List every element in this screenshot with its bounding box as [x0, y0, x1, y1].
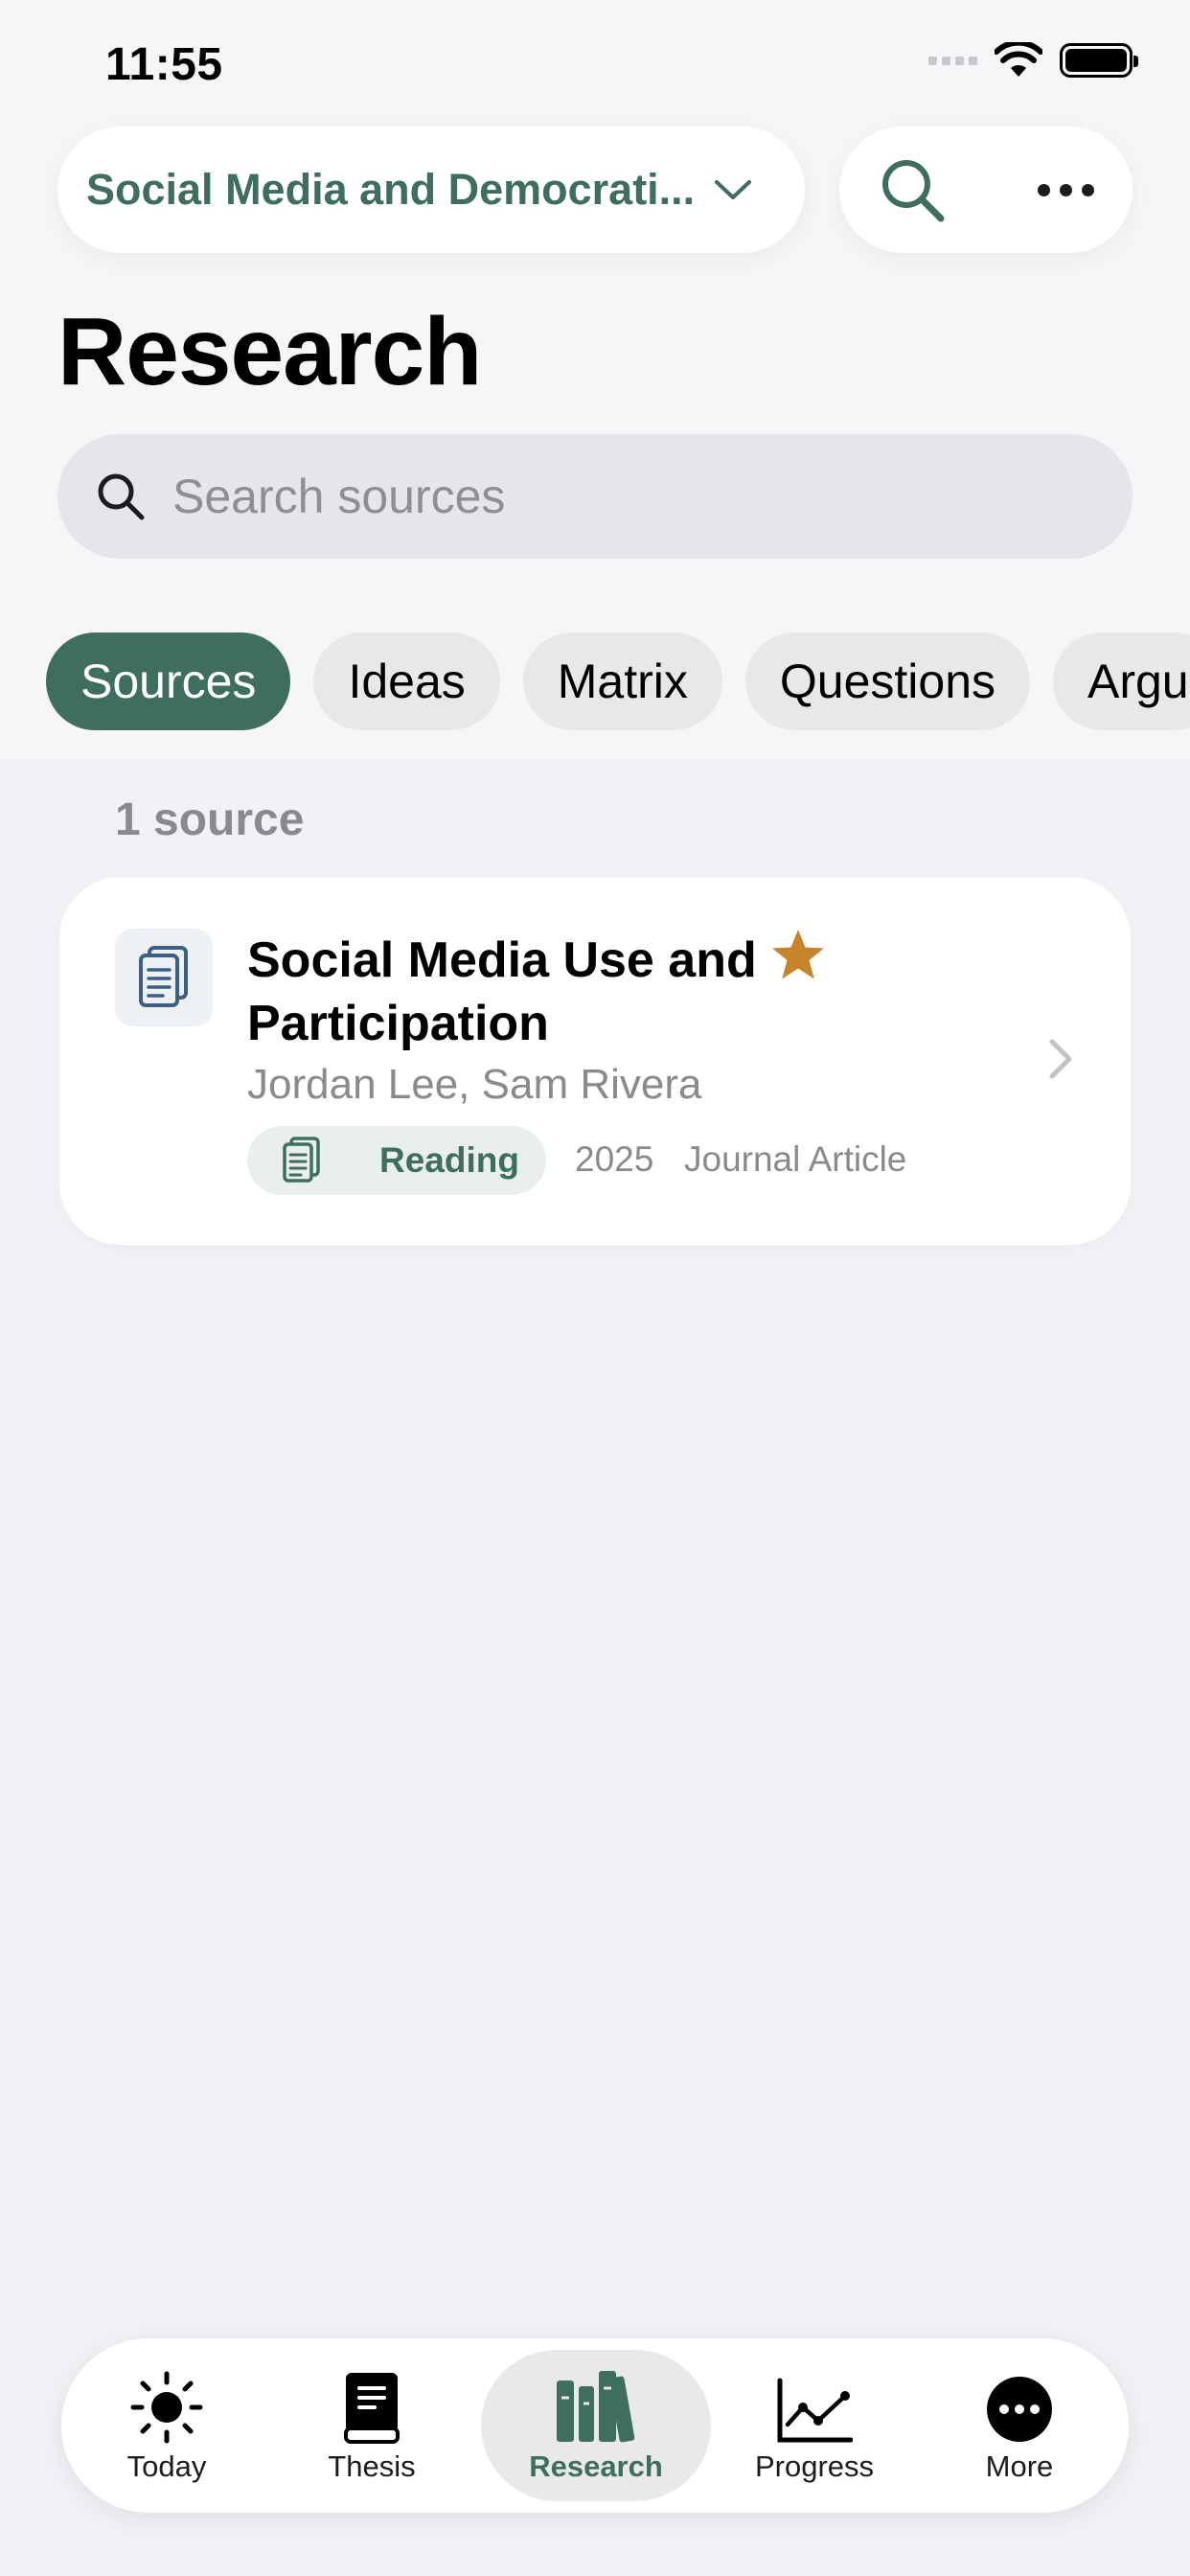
tabbar-item-thesis[interactable]: Thesis — [266, 2350, 477, 2501]
tab-questions[interactable]: Questions — [744, 632, 1030, 730]
star-icon[interactable] — [768, 927, 828, 984]
document-icon — [283, 1137, 320, 1183]
books-icon — [557, 2371, 635, 2443]
tabbar-label: Today — [126, 2450, 207, 2483]
search-field[interactable] — [57, 434, 1133, 559]
status-time: 11:55 — [105, 39, 223, 90]
tabbar-label: Progress — [754, 2450, 875, 2483]
status-indicators — [928, 42, 1138, 79]
book-icon — [344, 2373, 400, 2444]
segment-tabs: Sources Ideas Matrix Questions Argu — [46, 632, 1190, 730]
more-circle-icon — [987, 2377, 1052, 2442]
status-badge: Reading — [247, 1126, 546, 1195]
cellular-signal-icon — [928, 56, 977, 65]
battery-icon — [1060, 43, 1138, 78]
tab-arguments[interactable]: Argu — [1053, 632, 1190, 730]
tabbar-item-progress[interactable]: Progress — [709, 2350, 920, 2501]
source-authors: Jordan Lee, Sam Rivera — [247, 1061, 702, 1108]
tabbar-item-more[interactable]: More — [914, 2350, 1125, 2501]
document-icon — [115, 929, 213, 1026]
page-title: Research — [57, 298, 482, 405]
tabbar-item-research[interactable]: Research — [481, 2350, 711, 2501]
source-count: 1 source — [115, 794, 305, 845]
tab-sources[interactable]: Sources — [46, 632, 291, 730]
project-selector[interactable]: Social Media and Democrati... — [57, 126, 805, 253]
chevron-right-icon — [1049, 1039, 1072, 1079]
status-label: Reading — [379, 1140, 519, 1180]
source-card[interactable]: Social Media Use and Participation Jorda… — [59, 877, 1131, 1245]
chart-line-icon — [777, 2378, 853, 2443]
tab-ideas[interactable]: Ideas — [313, 632, 500, 730]
chevron-down-icon — [715, 180, 752, 199]
ellipsis-icon[interactable] — [1038, 183, 1094, 196]
source-title: Social Media Use and Participation — [247, 932, 757, 1051]
tabbar-item-today[interactable]: Today — [61, 2350, 272, 2501]
search-input[interactable] — [172, 469, 1035, 524]
search-icon — [98, 473, 145, 520]
tabbar-label: More — [985, 2450, 1054, 2483]
wifi-icon — [995, 42, 1042, 77]
search-icon[interactable] — [878, 155, 947, 224]
sun-icon — [130, 2371, 203, 2444]
project-title: Social Media and Democrati... — [86, 165, 696, 214]
header-actions — [839, 126, 1133, 253]
tab-bar: Today Thesis Research Progress More — [61, 2338, 1129, 2513]
tab-matrix[interactable]: Matrix — [522, 632, 722, 730]
source-type: Journal Article — [684, 1139, 907, 1179]
source-year: 2025 — [575, 1139, 654, 1179]
tabbar-label: Research — [529, 2450, 663, 2483]
tabbar-label: Thesis — [328, 2450, 416, 2483]
